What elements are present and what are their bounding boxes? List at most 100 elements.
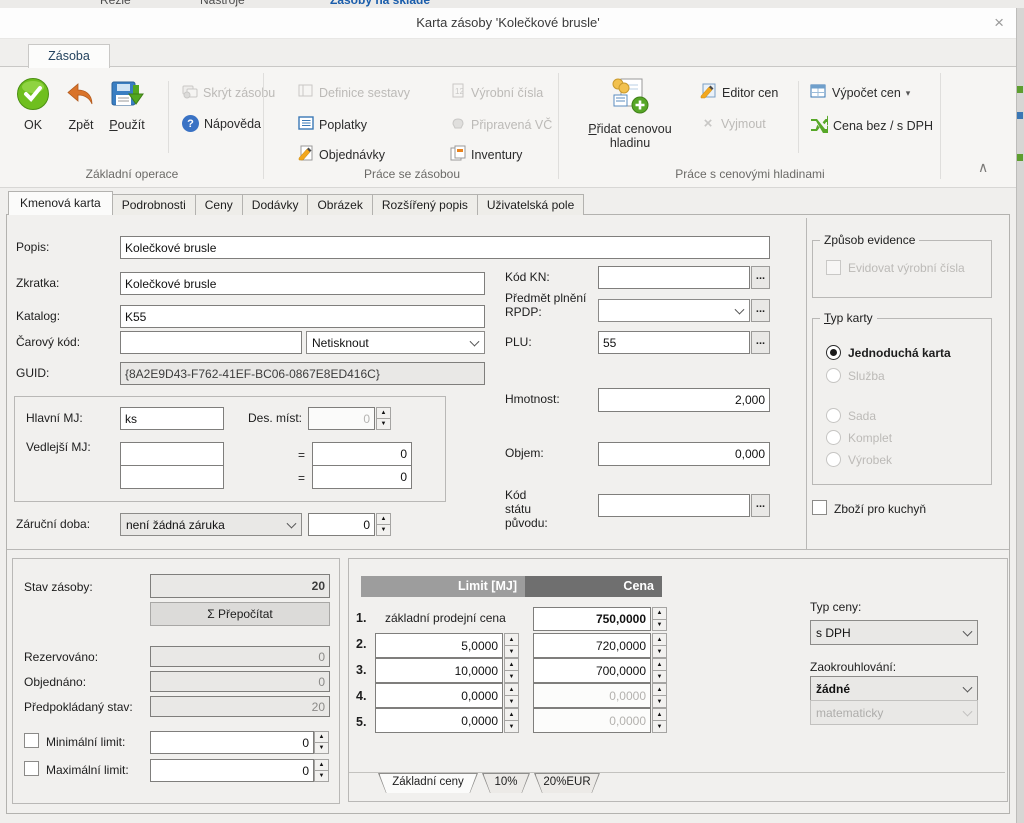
group-label-prace-s-cenovymi-hladinami: Práce s cenovými hladinami	[565, 167, 935, 181]
hide-stock-icon	[182, 83, 198, 102]
kod-statu-lookup-button[interactable]: ...	[751, 494, 770, 517]
rezervovano-label: Rezervováno:	[24, 650, 98, 664]
add-price-level-icon	[575, 77, 685, 118]
plu-input[interactable]	[598, 331, 750, 354]
ok-button[interactable]: OK	[8, 75, 58, 151]
background-tab[interactable]: Režie	[100, 0, 131, 7]
carovy-kod-input[interactable]	[120, 331, 302, 354]
price-row-number: 4.	[356, 689, 366, 703]
tab-uzivatelska-pole[interactable]: Uživatelská pole	[477, 194, 584, 215]
tab-dodavky[interactable]: Dodávky	[242, 194, 309, 215]
max-limit-checkbox[interactable]	[24, 761, 39, 776]
apply-label: Použít	[102, 118, 152, 132]
zkratka-input[interactable]	[120, 272, 485, 295]
popis-input[interactable]	[120, 236, 770, 259]
radio-jednoducha-karta[interactable]	[826, 345, 841, 360]
radio-sluzba-label: Služba	[848, 369, 885, 383]
kod-statu-label: Kód státu původu:	[505, 488, 548, 530]
typ-ceny-label: Typ ceny:	[810, 600, 861, 614]
zbozi-pro-kuchyn-checkbox[interactable]	[812, 500, 827, 515]
rpdp-select[interactable]	[598, 299, 750, 322]
price-1-input[interactable]	[533, 607, 651, 631]
price-4-spinner[interactable]: ▲▼	[652, 683, 667, 708]
inventories-button[interactable]: Inventury	[450, 145, 522, 164]
tab-obrazek[interactable]: Obrázek	[307, 194, 372, 215]
add-price-level-button[interactable]: Přidat cenovou hladinu	[575, 75, 685, 151]
prepared-sn-button: Připravená VČ	[450, 115, 552, 134]
limit-3-spinner[interactable]: ▲▼	[504, 658, 519, 683]
collapse-ribbon-icon[interactable]: ∧	[978, 159, 988, 176]
typ-ceny-select[interactable]: s DPH	[810, 620, 978, 645]
chevron-down-icon	[963, 626, 973, 636]
price-subtab-zakladni-ceny[interactable]: Základní ceny	[378, 773, 478, 793]
vedlejsi-mj-input-1[interactable]	[120, 442, 224, 466]
zaokrouhlovani-method-select: matematicky	[810, 700, 978, 725]
price-editor-button[interactable]: Editor cen	[700, 83, 778, 103]
help-button[interactable]: ? Nápověda	[182, 115, 261, 132]
price-calculation-label: Výpočet cen	[832, 86, 901, 100]
orders-button[interactable]: Objednávky	[298, 145, 385, 164]
hmotnost-input[interactable]	[598, 388, 770, 412]
plu-lookup-button[interactable]: ...	[751, 331, 770, 354]
kod-statu-input[interactable]	[598, 494, 750, 517]
tab-podrobnosti[interactable]: Podrobnosti	[112, 194, 196, 215]
vedlejsi-mj-input-2[interactable]	[120, 465, 224, 489]
background-tab-active[interactable]: Zásoby na skladě	[330, 0, 430, 7]
report-definition-button: Definice sestavy	[298, 83, 410, 102]
min-limit-checkbox[interactable]	[24, 733, 39, 748]
vedlejsi-mj-ratio-2[interactable]	[312, 465, 412, 489]
zaokrouhlovani-select[interactable]: žádné	[810, 676, 978, 701]
limit-3-input[interactable]	[375, 658, 503, 683]
des-mist-label: Des. míst:	[248, 411, 302, 425]
max-limit-input[interactable]	[150, 759, 314, 782]
zarucni-doba-spinner[interactable]: ▲▼	[376, 513, 391, 536]
price-editor-label: Editor cen	[722, 86, 778, 100]
tab-rozsireny-popis[interactable]: Rozšířený popis	[372, 194, 478, 215]
price-with-without-vat-button[interactable]: Cena bez / s DPH	[810, 115, 933, 136]
min-limit-input[interactable]	[150, 731, 314, 754]
limit-2-spinner[interactable]: ▲▼	[504, 633, 519, 658]
objem-input[interactable]	[598, 442, 770, 466]
price-row-number: 5.	[356, 715, 366, 729]
close-icon[interactable]: ×	[994, 11, 1004, 35]
des-mist-spinner[interactable]: ▲▼	[376, 407, 391, 430]
report-definition-label: Definice sestavy	[319, 86, 410, 100]
fees-button[interactable]: Poplatky	[298, 115, 367, 134]
zarucni-doba-input[interactable]	[308, 513, 375, 536]
limit-5-input[interactable]	[375, 708, 503, 733]
tab-ceny[interactable]: Ceny	[195, 194, 243, 215]
undo-button[interactable]: Zpět	[56, 75, 106, 151]
prepocitat-button[interactable]: Σ Přepočítat	[150, 602, 330, 626]
ok-icon	[8, 77, 58, 114]
apply-button[interactable]: Použít	[102, 75, 152, 151]
min-limit-spinner[interactable]: ▲▼	[314, 731, 329, 754]
carovy-kod-print-select[interactable]: Netisknout	[306, 331, 485, 354]
rpdp-lookup-button[interactable]: ...	[751, 299, 770, 322]
kod-kn-input[interactable]	[598, 266, 750, 289]
price-3-input[interactable]	[533, 658, 651, 683]
vedlejsi-mj-ratio-1[interactable]	[312, 442, 412, 466]
price-2-spinner[interactable]: ▲▼	[652, 633, 667, 658]
katalog-input[interactable]	[120, 305, 485, 328]
limit-4-spinner[interactable]: ▲▼	[504, 683, 519, 708]
save-icon	[102, 77, 152, 114]
ribbon-tab-zasoba[interactable]: Zásoba	[28, 44, 110, 68]
price-5-spinner[interactable]: ▲▼	[652, 708, 667, 733]
price-calculation-button[interactable]: Výpočet cen ▾	[810, 83, 910, 103]
price-3-spinner[interactable]: ▲▼	[652, 658, 667, 683]
price-header-cena: Cena	[525, 576, 662, 597]
hlavni-mj-input[interactable]	[120, 407, 224, 430]
kod-statu-line3: původu:	[505, 516, 548, 530]
background-tab[interactable]: Nástroje	[200, 0, 245, 7]
limit-5-spinner[interactable]: ▲▼	[504, 708, 519, 733]
price-2-input[interactable]	[533, 633, 651, 658]
limit-4-input[interactable]	[375, 683, 503, 708]
zarucni-doba-select[interactable]: není žádná záruka	[120, 513, 302, 536]
kod-kn-lookup-button[interactable]: ...	[751, 266, 770, 289]
price-1-spinner[interactable]: ▲▼	[652, 607, 667, 631]
limit-2-input[interactable]	[375, 633, 503, 658]
price-subtab-20-eur[interactable]: 20%EUR	[534, 773, 600, 793]
max-limit-spinner[interactable]: ▲▼	[314, 759, 329, 782]
tab-kmenova-karta[interactable]: Kmenová karta	[8, 191, 113, 215]
price-subtab-10[interactable]: 10%	[482, 773, 530, 793]
